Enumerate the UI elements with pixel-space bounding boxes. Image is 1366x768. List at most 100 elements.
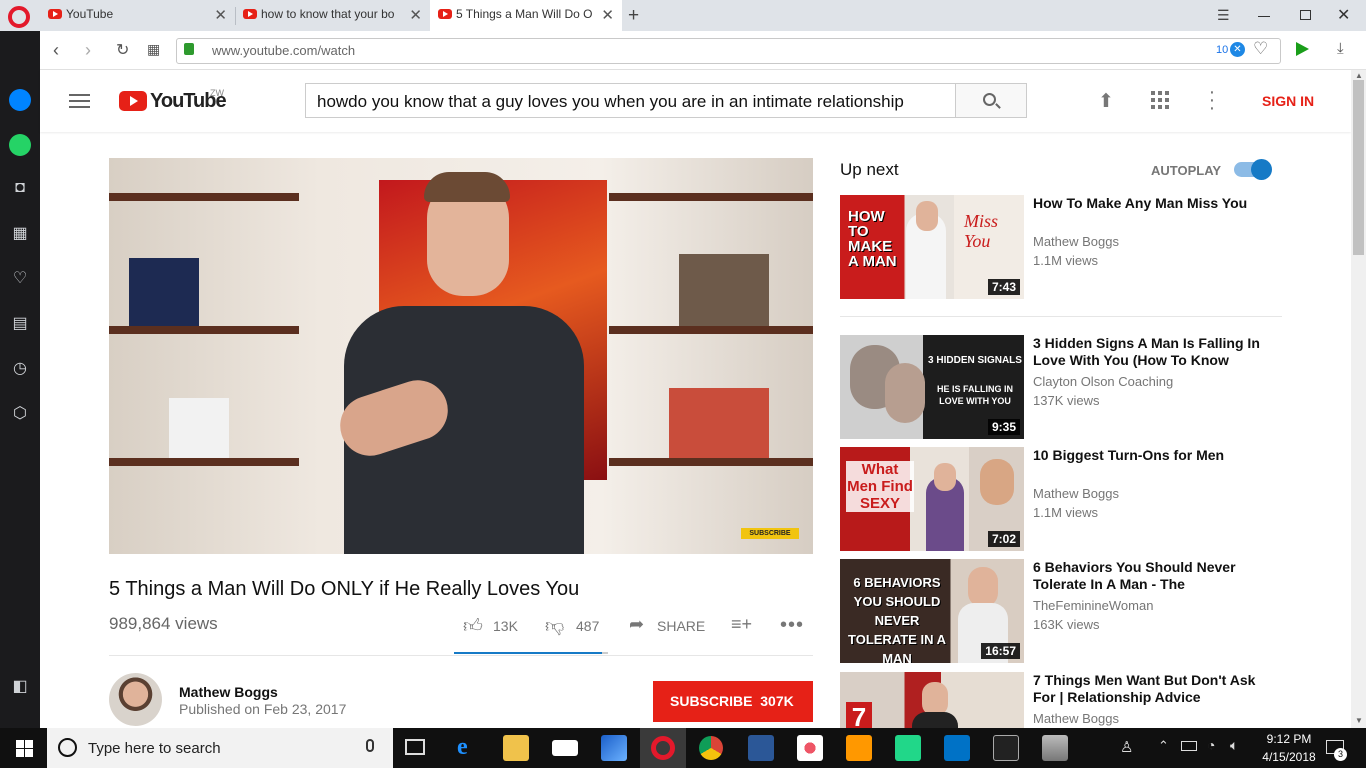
up-next-item[interactable]: HOW TO MAKE A MAN Miss You 7:43 How To M… xyxy=(840,195,1282,299)
video-title-link[interactable]: 7 Things Men Want But Don't Ask For | Re… xyxy=(1033,672,1265,706)
battery-icon[interactable] xyxy=(1181,741,1197,751)
messenger-icon[interactable] xyxy=(9,89,31,111)
mail-icon[interactable] xyxy=(552,740,578,756)
windows-start-icon[interactable] xyxy=(16,740,33,757)
url-text[interactable]: www.youtube.com/watch xyxy=(212,43,355,58)
channel-name[interactable]: Mathew Boggs xyxy=(1033,234,1119,249)
sublime-icon[interactable] xyxy=(846,735,872,761)
minimize-icon[interactable] xyxy=(1258,16,1270,17)
cortana-icon[interactable] xyxy=(58,738,77,757)
close-icon[interactable]: ✕ xyxy=(601,6,614,24)
wifi-icon[interactable]: ◔ xyxy=(1207,737,1215,753)
video-thumbnail[interactable]: 7 xyxy=(840,672,1024,728)
video-thumbnail[interactable]: HOW TO MAKE A MAN Miss You 7:43 xyxy=(840,195,1024,299)
clock-time[interactable]: 9:12 PM xyxy=(1256,732,1322,746)
channel-name[interactable]: Mathew Boggs xyxy=(1033,711,1119,726)
speed-dial-icon[interactable]: ▦ xyxy=(0,224,40,244)
outlook-icon[interactable] xyxy=(944,735,970,761)
up-next-item[interactable]: 7 7 Things Men Want But Don't Ask For | … xyxy=(840,672,1282,728)
up-next-item[interactable]: What Men Find SEXY 7:02 10 Biggest Turn-… xyxy=(840,447,1282,551)
video-thumbnail[interactable]: What Men Find SEXY 7:02 xyxy=(840,447,1024,551)
upload-icon[interactable]: ⬆ xyxy=(1098,90,1114,113)
chrome-icon[interactable] xyxy=(699,736,723,760)
search-input[interactable]: howdo you know that a guy loves you when… xyxy=(305,83,956,118)
tab-menu-icon[interactable]: ☰ xyxy=(1217,7,1230,24)
history-icon[interactable]: ◷ xyxy=(0,359,40,379)
channel-name[interactable]: Mathew Boggs xyxy=(1033,486,1119,501)
terminal-icon[interactable] xyxy=(993,735,1019,761)
autoplay-toggle[interactable] xyxy=(1234,159,1272,180)
tab-youtube[interactable]: YouTube ✕ xyxy=(40,0,235,31)
like-icon[interactable]: 👍︎ xyxy=(463,615,483,638)
file-explorer-icon[interactable] xyxy=(503,735,529,761)
clock-date[interactable]: 4/15/2018 xyxy=(1256,750,1322,764)
sidebar-toggle-icon[interactable]: ◧ xyxy=(0,677,40,697)
video-title-link[interactable]: 3 Hidden Signs A Man Is Falling In Love … xyxy=(1033,335,1265,369)
video-title-link[interactable]: 10 Biggest Turn-Ons for Men xyxy=(1033,447,1265,464)
video-thumbnail[interactable]: 6 BEHAVIORS YOU SHOULD NEVER TOLERATE IN… xyxy=(840,559,1024,663)
flow-icon[interactable] xyxy=(1296,42,1309,56)
more-vert-icon[interactable]: · · · xyxy=(1207,82,1217,118)
scroll-down-icon[interactable]: ▼ xyxy=(1355,716,1363,725)
adblock-icon[interactable]: ✕ xyxy=(1230,42,1245,57)
lock-icon[interactable] xyxy=(184,43,194,55)
new-tab-icon[interactable]: + xyxy=(628,5,639,27)
tab-search[interactable]: how to know that your bo ✕ xyxy=(235,0,430,31)
app-icon[interactable] xyxy=(601,735,627,761)
dislike-icon[interactable]: 👎︎ xyxy=(545,615,564,638)
word-icon[interactable] xyxy=(748,735,774,761)
pycharm-icon[interactable] xyxy=(895,735,921,761)
share-button[interactable]: SHARE xyxy=(657,618,705,634)
back-icon[interactable]: ‹ xyxy=(53,40,59,61)
show-hidden-icons-icon[interactable]: ⌃ xyxy=(1158,738,1169,754)
bookmark-heart-icon[interactable]: ♡ xyxy=(1253,39,1268,59)
sign-in-link[interactable]: SIGN IN xyxy=(1262,93,1314,109)
subscribe-button[interactable]: SUBSCRIBE 307K xyxy=(653,681,813,722)
scroll-up-icon[interactable]: ▲ xyxy=(1355,71,1363,80)
microphone-icon[interactable] xyxy=(366,739,374,752)
video-title-link[interactable]: 6 Behaviors You Should Never Tolerate In… xyxy=(1033,559,1265,593)
download-icon[interactable]: ⤓ xyxy=(1337,40,1344,57)
news-icon[interactable]: ▤ xyxy=(0,314,40,334)
database-icon[interactable] xyxy=(1042,735,1068,761)
video-title-link[interactable]: How To Make Any Man Miss You xyxy=(1033,195,1265,212)
video-thumbnail[interactable]: 3 HIDDEN SIGNALS HE IS FALLING IN LOVE W… xyxy=(840,335,1024,439)
reload-icon[interactable]: ↻ xyxy=(116,40,129,60)
camera-icon[interactable]: ◘ xyxy=(0,178,40,198)
opera-menu-icon[interactable] xyxy=(8,6,30,28)
up-next-item[interactable]: 6 BEHAVIORS YOU SHOULD NEVER TOLERATE IN… xyxy=(840,559,1282,663)
add-to-playlist-icon[interactable]: ≡+ xyxy=(731,614,752,635)
guide-menu-icon[interactable] xyxy=(69,94,90,108)
tabs-grid-icon[interactable]: ▦ xyxy=(147,41,160,58)
search-button[interactable] xyxy=(955,83,1027,118)
task-view-icon[interactable] xyxy=(405,739,425,755)
taskbar-search-placeholder[interactable]: Type here to search xyxy=(88,740,221,757)
volume-icon[interactable]: 🔈︎ xyxy=(1230,737,1238,754)
forward-icon[interactable]: › xyxy=(85,40,91,61)
whatsapp-icon[interactable] xyxy=(9,134,31,156)
adblock-count[interactable]: 10 xyxy=(1216,44,1228,56)
people-icon[interactable]: ♙ xyxy=(1120,738,1133,756)
edge-icon[interactable]: e xyxy=(457,734,468,761)
youtube-logo-icon[interactable] xyxy=(119,91,147,111)
subscribe-overlay[interactable]: SUBSCRIBE xyxy=(741,528,799,539)
maximize-icon[interactable] xyxy=(1300,10,1311,20)
close-window-icon[interactable]: ✕ xyxy=(1337,5,1350,25)
close-icon[interactable]: ✕ xyxy=(409,6,422,24)
channel-name[interactable]: Mathew Boggs xyxy=(179,684,278,700)
channel-avatar[interactable] xyxy=(109,673,162,726)
like-count[interactable]: 13K xyxy=(493,618,518,634)
dislike-count[interactable]: 487 xyxy=(576,618,599,634)
paint-icon[interactable] xyxy=(797,735,823,761)
opera-taskbar-icon[interactable] xyxy=(651,736,675,760)
scrollbar-thumb[interactable] xyxy=(1353,80,1364,255)
close-icon[interactable]: ✕ xyxy=(214,6,227,24)
extensions-icon[interactable]: ⬡ xyxy=(0,404,40,424)
video-player[interactable]: SUBSCRIBE xyxy=(109,158,813,554)
channel-name[interactable]: TheFeminineWoman xyxy=(1033,598,1153,613)
apps-grid-icon[interactable] xyxy=(1151,91,1169,109)
share-icon[interactable]: ➦ xyxy=(629,614,644,635)
channel-name[interactable]: Clayton Olson Coaching xyxy=(1033,374,1173,389)
heart-icon[interactable]: ♡ xyxy=(0,269,40,289)
tab-video[interactable]: 5 Things a Man Will Do O ✕ xyxy=(430,0,622,31)
